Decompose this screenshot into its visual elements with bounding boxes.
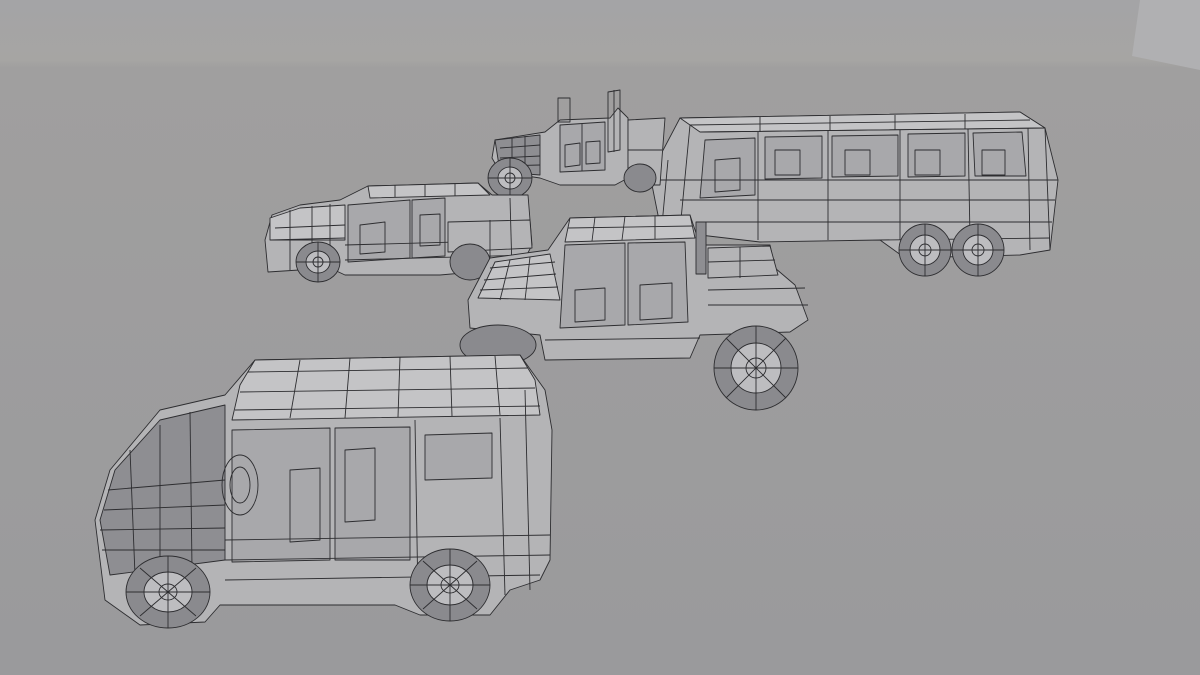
3d-viewport[interactable] — [0, 0, 1200, 675]
viewport-canvas[interactable] — [0, 0, 1200, 675]
